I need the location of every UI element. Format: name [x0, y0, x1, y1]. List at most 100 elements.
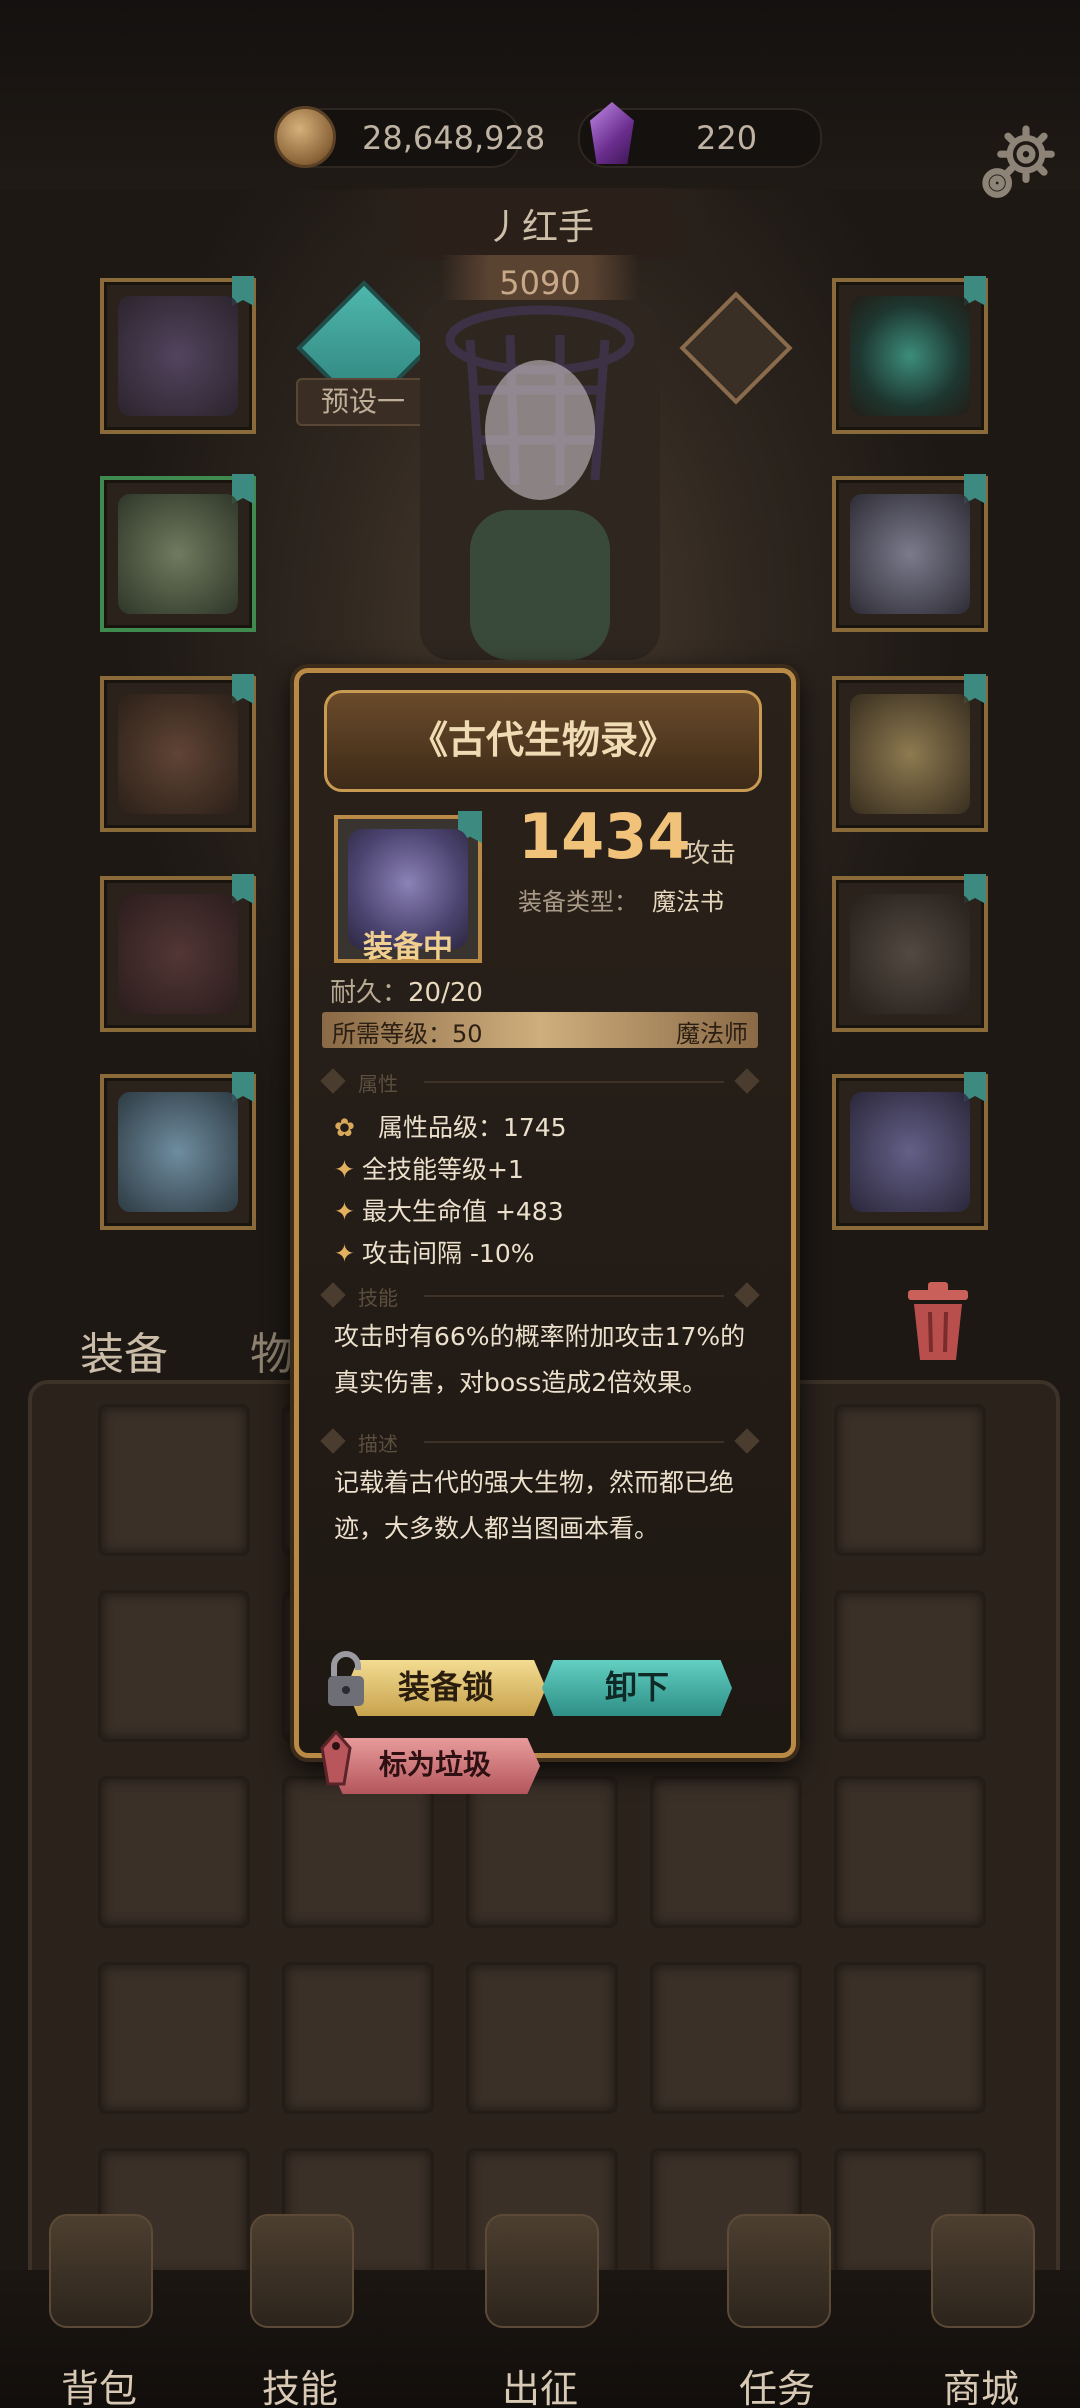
backpack-icon — [49, 2214, 153, 2328]
inventory-cell[interactable] — [466, 1962, 618, 2114]
staff-icon — [850, 894, 970, 1014]
description-text: 记载着古代的强大生物，然而都已绝迹，大多数人都当图画本看。 — [334, 1468, 735, 1543]
nav-label: 任务 — [738, 2367, 815, 2408]
inventory-cell[interactable] — [650, 1776, 802, 1928]
inventory-cell[interactable] — [834, 1590, 986, 1742]
equip-slot-gloves[interactable] — [100, 674, 256, 832]
attack-unit: 攻击 — [684, 839, 737, 869]
equip-slot-cape[interactable] — [832, 474, 988, 632]
attack-value: 1434 — [518, 800, 691, 873]
settings-gear-icon[interactable] — [972, 120, 1062, 210]
equip-slot-pants[interactable] — [100, 874, 256, 1032]
item-title: 《古代生物录》 — [409, 718, 676, 762]
equip-slot-armor[interactable] — [100, 474, 256, 632]
equip-slot-bracer[interactable] — [832, 674, 988, 832]
pants-icon — [118, 894, 238, 1014]
durability-value: 20/20 — [408, 978, 483, 1008]
durability: 耐久：20/20 — [330, 972, 483, 1009]
gem-counter: 220 — [578, 102, 822, 168]
scarf-icon — [850, 494, 970, 614]
item-type-label: 装备类型： — [518, 888, 638, 916]
section-attributes: 属性 — [320, 1068, 760, 1096]
skill-book-icon — [250, 2214, 354, 2328]
inventory-cell[interactable] — [834, 1404, 986, 1556]
nav-expedition[interactable]: 出征 — [455, 2200, 625, 2408]
inventory-cell[interactable] — [282, 1776, 434, 1928]
star-icon: ✦ — [334, 1155, 355, 1184]
sword-map-icon — [485, 2214, 599, 2328]
scroll-icon — [727, 2214, 831, 2328]
section-title: 描述 — [358, 1432, 398, 1456]
inventory-cell[interactable] — [466, 1776, 618, 1928]
requirement-bar: 所需等级：50 魔法师 — [322, 1012, 758, 1048]
equip-slot-weapon[interactable] — [832, 874, 988, 1032]
durability-label: 耐久： — [330, 978, 409, 1008]
section-title: 属性 — [358, 1072, 398, 1096]
inventory-cell[interactable] — [98, 1776, 250, 1928]
lock-equipment-button[interactable]: 装备锁 — [346, 1660, 546, 1716]
equip-slot-book[interactable] — [832, 1072, 988, 1230]
nav-label: 技能 — [261, 2367, 338, 2408]
nav-shop[interactable]: 商城 — [896, 2200, 1066, 2408]
amulet-icon — [850, 296, 970, 416]
modal-header: 《古代生物录》 — [324, 690, 762, 792]
equip-slot-necklace[interactable] — [832, 276, 988, 434]
section-title: 技能 — [358, 1286, 398, 1310]
attribute-text: 攻击间隔 -10% — [362, 1239, 535, 1268]
inventory-cell[interactable] — [98, 1404, 250, 1556]
section-description: 描述 — [320, 1428, 760, 1456]
boots-icon — [118, 694, 238, 814]
top-bar — [0, 0, 1080, 190]
star-icon: ✦ — [334, 1239, 355, 1268]
pet-icon — [118, 1092, 238, 1212]
coin-icon — [274, 106, 336, 168]
hero-info-icon[interactable] — [679, 291, 793, 405]
attribute-text: 最大生命值 +483 — [362, 1197, 564, 1226]
inventory-cell[interactable] — [98, 1962, 250, 2114]
attribute-text: 属性品级：1745 — [377, 1113, 567, 1142]
coin-amount: 28,648,928 — [362, 119, 546, 157]
inventory-cell[interactable] — [834, 1776, 986, 1928]
inventory-cell[interactable] — [650, 1962, 802, 2114]
hero-portrait — [420, 300, 660, 660]
gem-icon — [590, 102, 634, 164]
nav-quests[interactable]: 任务 — [692, 2200, 862, 2408]
armor-icon — [118, 494, 238, 614]
nav-skills[interactable]: 技能 — [215, 2200, 385, 2408]
skill-text: 攻击时有66%的概率附加攻击17%的真实伤害，对boss造成2倍效果。 — [334, 1322, 746, 1397]
lotus-icon: ✿ — [334, 1113, 355, 1142]
attribute-row: ✦ 全技能等级+1 — [334, 1150, 524, 1186]
trash-icon[interactable] — [904, 1282, 972, 1362]
nav-label: 背包 — [60, 2367, 137, 2408]
junk-tag-icon — [320, 1729, 352, 1786]
lock-icon — [328, 1651, 364, 1706]
item-detail-modal: 《古代生物录》 装备中 1434 攻击 装备类型： 魔法书 耐久：20/20 所… — [284, 650, 796, 1794]
nav-backpack[interactable]: 背包 — [14, 2200, 184, 2408]
mark-junk-button[interactable]: 标为垃圾 — [330, 1738, 540, 1794]
inventory-cell[interactable] — [834, 1962, 986, 2114]
item-type-value: 魔法书 — [652, 888, 724, 916]
star-icon: ✦ — [334, 1197, 355, 1226]
required-class: 魔法师 — [676, 1020, 748, 1048]
spellbook-icon — [850, 1092, 970, 1212]
equipped-badge: 装备中 — [363, 930, 453, 965]
equip-slot-helmet[interactable] — [100, 276, 256, 434]
attribute-grade: ✿ 属性品级：1745 — [334, 1108, 567, 1144]
attribute-row: ✦ 最大生命值 +483 — [334, 1192, 564, 1228]
tab-equipment[interactable]: 装备 — [80, 1318, 168, 1382]
inventory-cell[interactable] — [98, 1590, 250, 1742]
required-level: 所需等级：50 — [332, 1020, 483, 1048]
equip-slot-feet[interactable] — [100, 1072, 256, 1230]
unequip-button[interactable]: 卸下 — [542, 1660, 732, 1716]
attribute-row: ✦ 攻击间隔 -10% — [334, 1234, 535, 1270]
hero-name-bar: 丿红手 — [350, 188, 730, 260]
crown-shop-icon — [931, 2214, 1035, 2328]
inventory-cell[interactable] — [282, 1962, 434, 2114]
cage-helmet-icon — [118, 296, 238, 416]
attribute-text: 全技能等级+1 — [362, 1155, 524, 1184]
nav-label: 商城 — [942, 2367, 1019, 2408]
nav-label: 出征 — [501, 2367, 578, 2408]
section-skill: 技能 — [320, 1282, 760, 1310]
game-screen: { "currency": {"coins": "28,648,928", "g… — [0, 0, 1080, 2408]
gauntlet-icon — [850, 694, 970, 814]
